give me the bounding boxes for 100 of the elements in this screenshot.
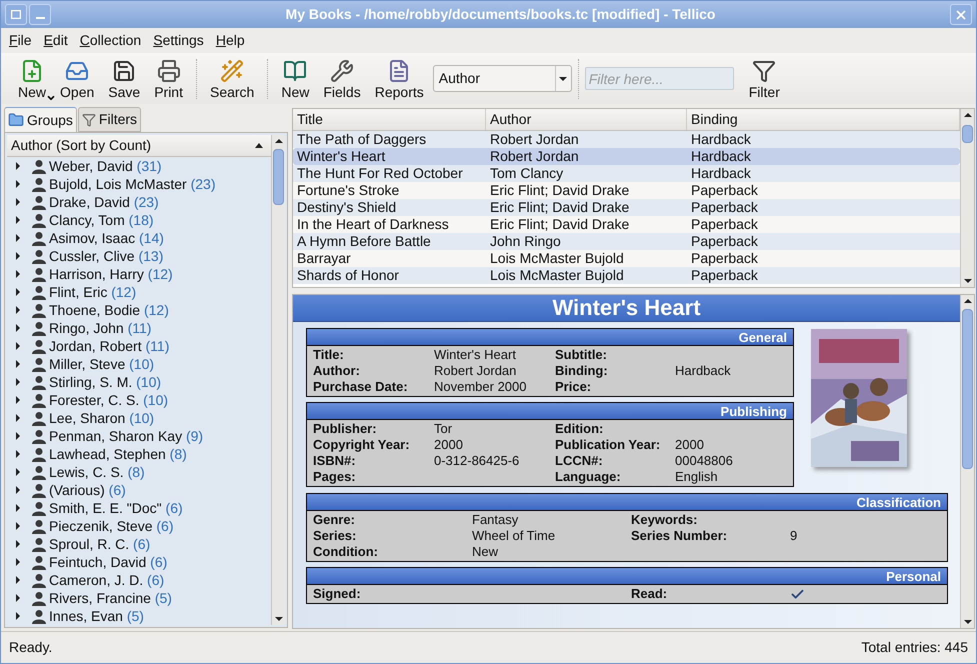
tree-item[interactable]: Sproul, R. C. (6) [7, 535, 271, 553]
field-value: New [472, 544, 500, 560]
person-icon [31, 410, 47, 426]
tree-item[interactable]: Bujold, Lois McMaster (23) [7, 175, 271, 193]
person-icon [31, 356, 47, 372]
tree-item[interactable]: Clancy, Tom (18) [7, 211, 271, 229]
tree-item[interactable]: Feintuch, David (6) [7, 553, 271, 571]
field-label: Title: [313, 347, 345, 363]
toolbar-button[interactable]: Save [101, 56, 148, 100]
scrollbar[interactable] [271, 135, 285, 625]
field-label: Language: [555, 469, 622, 485]
scrollbar[interactable] [960, 295, 974, 628]
field-label: Price: [555, 379, 592, 395]
table-row[interactable]: In the Heart of Darkness Eric Flint; David Drake Paperback [293, 216, 960, 233]
scrollbar[interactable] [960, 109, 974, 287]
tree-item[interactable]: Rivers, Francine (5) [7, 589, 271, 607]
panel-tab[interactable]: Filters [78, 107, 142, 132]
tree-item[interactable]: Cussler, Clive (13) [7, 247, 271, 265]
tree-item[interactable]: Jordan, Robert (11) [7, 337, 271, 355]
toolbar-button[interactable]: New [274, 56, 316, 100]
field-label: Genre: [313, 512, 356, 528]
expand-arrow-icon [16, 306, 21, 314]
expand-arrow-icon [16, 270, 21, 278]
tree-item[interactable]: Lewis, C. S. (8) [7, 463, 271, 481]
table-cell-text: Robert Jordan [489, 148, 580, 165]
field-label: Signed: [313, 586, 362, 602]
toolbar-button[interactable]: Open [53, 56, 102, 100]
table-row[interactable]: Destiny's Shield Eric Flint; David Drake Paperback [293, 199, 960, 216]
tree-item[interactable]: Harrison, Harry (12) [7, 265, 271, 283]
tree-item[interactable]: Smith, E. E. "Doc" (6) [7, 499, 271, 517]
tree-item[interactable]: Asimov, Isaac (14) [7, 229, 271, 247]
menu-item[interactable]: File [5, 30, 36, 51]
toolbar-button[interactable]: Print [147, 56, 190, 100]
table-cell-text: Fortune's Stroke [296, 182, 400, 199]
table-row[interactable]: The Path of Daggers Robert Jordan Hardback [293, 131, 960, 148]
tree-item[interactable]: Cameron, J. D. (6) [7, 571, 271, 589]
tree-item[interactable]: Miller, Steve (10) [7, 355, 271, 373]
expand-arrow-icon [16, 540, 21, 548]
menu-item[interactable]: Edit [40, 30, 72, 51]
minimize-button[interactable] [29, 4, 51, 25]
field-value: 2000 [675, 437, 705, 453]
tree-item[interactable]: Innes, Evan (5) [7, 607, 271, 625]
menu-item[interactable]: Help [212, 30, 249, 51]
field-label: Pages: [313, 469, 357, 485]
menu-item[interactable]: Collection [76, 30, 146, 51]
expand-arrow-icon [16, 216, 21, 224]
tree-item[interactable]: Weber, David (31) [7, 157, 271, 175]
field-label: Read: [631, 586, 668, 602]
table-row[interactable]: Shards of Honor Lois McMaster Bujold Paperback [293, 267, 960, 284]
person-icon [31, 518, 47, 534]
table-row[interactable]: The Hunt For Red October Tom Clancy Hardback [293, 165, 960, 182]
column-header[interactable]: Author [486, 109, 687, 130]
person-icon [31, 194, 47, 210]
table-row[interactable]: Barrayar Lois McMaster Bujold Paperback [293, 250, 960, 267]
wrench-icon [330, 58, 354, 82]
column-header[interactable]: Author (Sort by Count) [7, 135, 271, 157]
close-button[interactable] [950, 4, 972, 25]
tree-item[interactable]: Forester, C. S. (10) [7, 391, 271, 409]
panel-tab[interactable]: Groups [4, 107, 77, 132]
maximize-button[interactable] [5, 4, 27, 25]
total-entries: Total entries: 445 [861, 638, 968, 657]
tree-item[interactable]: Stirling, S. M. (10) [7, 373, 271, 391]
person-icon [31, 554, 47, 570]
expand-arrow-icon [16, 522, 21, 530]
toolbar-button[interactable]: Filter [742, 56, 787, 100]
tree-item[interactable]: Lawhead, Stephen (8) [7, 445, 271, 463]
tree-item[interactable]: Flint, Eric (12) [7, 283, 271, 301]
field-value: Tor [434, 421, 454, 437]
field-label: Copyright Year: [313, 437, 411, 453]
tree-item[interactable]: Lee, Sharon (10) [7, 409, 271, 427]
table-cell-text: A Hymn Before Battle [296, 233, 432, 250]
tree-item[interactable]: Ringo, John (11) [7, 319, 271, 337]
tree-item[interactable]: Thoene, Bodie (12) [7, 301, 271, 319]
person-icon [31, 212, 47, 228]
field-label: Subtitle: [555, 347, 608, 363]
person-icon [31, 266, 47, 282]
table-row[interactable]: A Hymn Before Battle John Ringo Paperback [293, 233, 960, 250]
tree-item[interactable]: (Various) (6) [7, 481, 271, 499]
field-combo-box[interactable]: Author [432, 65, 572, 92]
toolbar-button[interactable]: New [11, 56, 54, 100]
filter-field[interactable]: Filter here... [584, 67, 734, 90]
toolbar-button[interactable]: Fields [316, 56, 368, 100]
section-title: Publishing [720, 402, 787, 420]
expand-arrow-icon [16, 198, 21, 206]
tree-item[interactable]: Pieczenik, Steve (6) [7, 517, 271, 535]
expand-arrow-icon [16, 558, 21, 566]
entry-title: Winter's Heart [552, 295, 701, 321]
field-label: Purchase Date: [313, 379, 409, 395]
tree-item[interactable]: Penman, Sharon Kay (9) [7, 427, 271, 445]
person-icon [31, 248, 47, 264]
section-title: Classification [856, 494, 941, 510]
column-header[interactable]: Title [293, 109, 486, 130]
toolbar-button[interactable]: Search [202, 56, 262, 100]
person-icon [31, 338, 47, 354]
tree-item[interactable]: Drake, David (23) [7, 193, 271, 211]
menu-item[interactable]: Settings [149, 30, 208, 51]
table-row[interactable]: Fortune's Stroke Eric Flint; David Drake Paperback [293, 182, 960, 199]
toolbar-button[interactable]: Reports [368, 56, 431, 100]
field-value: 9 [790, 528, 798, 544]
table-row[interactable]: Winter's Heart Robert Jordan Hardback [293, 148, 960, 165]
